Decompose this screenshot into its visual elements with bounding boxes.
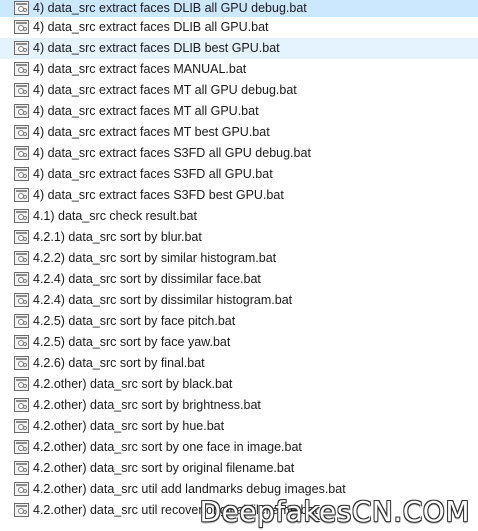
file-name: 4.2.4) data_src sort by dissimilar histo… <box>33 293 293 307</box>
file-name: 4) data_src extract faces S3FD all GPU.b… <box>33 167 273 181</box>
file-row-sort-blur[interactable]: 4.2.1) data_src sort by blur.bat <box>0 227 478 248</box>
file-name: 4.2.2) data_src sort by similar histogra… <box>33 251 277 265</box>
file-name: 4.2.other) data_src util add landmarks d… <box>33 482 346 496</box>
file-name: 4.2.6) data_src sort by final.bat <box>33 356 205 370</box>
file-row-dlib-best-gpu[interactable]: 4) data_src extract faces DLIB best GPU.… <box>0 38 478 59</box>
batch-file-icon <box>14 230 29 244</box>
batch-file-icon <box>14 104 29 118</box>
batch-file-icon <box>14 209 29 223</box>
batch-file-icon <box>14 461 29 475</box>
file-row-sort-one-face[interactable]: 4.2.other) data_src sort by one face in … <box>0 437 478 458</box>
file-name: 4) data_src extract faces MT all GPU.bat <box>33 104 259 118</box>
batch-file-icon <box>14 482 29 496</box>
file-name: 4.2.other) data_src util recover origina… <box>33 503 318 517</box>
batch-file-icon <box>14 314 29 328</box>
file-name: 4.2.1) data_src sort by blur.bat <box>33 230 202 244</box>
file-row-util-add-landmarks[interactable]: 4.2.other) data_src util add landmarks d… <box>0 479 478 500</box>
file-name: 4.2.other) data_src sort by hue.bat <box>33 419 225 433</box>
batch-file-icon <box>14 251 29 265</box>
file-row-sort-hue[interactable]: 4.2.other) data_src sort by hue.bat <box>0 416 478 437</box>
batch-file-icon <box>14 1 29 15</box>
file-row-dlib-all-gpu-debug[interactable]: 4) data_src extract faces DLIB all GPU d… <box>0 0 478 17</box>
file-row-util-recover-filename[interactable]: 4.2.other) data_src util recover origina… <box>0 500 478 521</box>
batch-file-icon <box>14 20 29 34</box>
file-name: 4.2.5) data_src sort by face yaw.bat <box>33 335 231 349</box>
file-row-sort-original-filename[interactable]: 4.2.other) data_src sort by original fil… <box>0 458 478 479</box>
batch-file-icon <box>14 398 29 412</box>
file-name: 4.2.5) data_src sort by face pitch.bat <box>33 314 236 328</box>
file-row-sort-dissimilar-face[interactable]: 4.2.4) data_src sort by dissimilar face.… <box>0 269 478 290</box>
batch-file-icon <box>14 440 29 454</box>
batch-file-icon <box>14 356 29 370</box>
file-row-sort-brightness[interactable]: 4.2.other) data_src sort by brightness.b… <box>0 395 478 416</box>
batch-file-icon <box>14 377 29 391</box>
batch-file-icon <box>14 125 29 139</box>
file-name: 4) data_src extract faces S3FD best GPU.… <box>33 188 284 202</box>
file-name: 4) data_src extract faces DLIB all GPU d… <box>33 1 307 15</box>
file-row-sort-face-yaw[interactable]: 4.2.5) data_src sort by face yaw.bat <box>0 332 478 353</box>
file-row-sort-face-pitch[interactable]: 4.2.5) data_src sort by face pitch.bat <box>0 311 478 332</box>
file-row-s3fd-best-gpu[interactable]: 4) data_src extract faces S3FD best GPU.… <box>0 185 478 206</box>
file-name: 4.2.other) data_src sort by brightness.b… <box>33 398 261 412</box>
file-row-mt-best-gpu[interactable]: 4) data_src extract faces MT best GPU.ba… <box>0 122 478 143</box>
batch-file-icon <box>14 41 29 55</box>
file-name: 4) data_src extract faces DLIB best GPU.… <box>33 41 280 55</box>
file-row-manual[interactable]: 4) data_src extract faces MANUAL.bat <box>0 59 478 80</box>
file-name: 4) data_src extract faces DLIB all GPU.b… <box>33 20 269 34</box>
file-name: 4) data_src extract faces MT all GPU deb… <box>33 83 297 97</box>
file-name: 4) data_src extract faces MANUAL.bat <box>33 62 247 76</box>
file-list: 4) data_src extract faces DLIB all GPU d… <box>0 0 478 521</box>
batch-file-icon <box>14 83 29 97</box>
batch-file-icon <box>14 146 29 160</box>
file-name: 4) data_src extract faces S3FD all GPU d… <box>33 146 311 160</box>
file-name: 4.1) data_src check result.bat <box>33 209 197 223</box>
file-name: 4.2.other) data_src sort by black.bat <box>33 377 233 391</box>
file-name: 4.2.other) data_src sort by original fil… <box>33 461 295 475</box>
file-row-mt-all-gpu-debug[interactable]: 4) data_src extract faces MT all GPU deb… <box>0 80 478 101</box>
file-name: 4) data_src extract faces MT best GPU.ba… <box>33 125 270 139</box>
file-row-dlib-all-gpu[interactable]: 4) data_src extract faces DLIB all GPU.b… <box>0 17 478 38</box>
file-row-s3fd-all-gpu-debug[interactable]: 4) data_src extract faces S3FD all GPU d… <box>0 143 478 164</box>
file-row-check-result[interactable]: 4.1) data_src check result.bat <box>0 206 478 227</box>
batch-file-icon <box>14 293 29 307</box>
file-row-sort-similar-histogram[interactable]: 4.2.2) data_src sort by similar histogra… <box>0 248 478 269</box>
batch-file-icon <box>14 419 29 433</box>
file-row-mt-all-gpu[interactable]: 4) data_src extract faces MT all GPU.bat <box>0 101 478 122</box>
batch-file-icon <box>14 62 29 76</box>
file-row-sort-dissimilar-histogram[interactable]: 4.2.4) data_src sort by dissimilar histo… <box>0 290 478 311</box>
file-row-s3fd-all-gpu[interactable]: 4) data_src extract faces S3FD all GPU.b… <box>0 164 478 185</box>
file-row-sort-final[interactable]: 4.2.6) data_src sort by final.bat <box>0 353 478 374</box>
batch-file-icon <box>14 167 29 181</box>
file-name: 4.2.other) data_src sort by one face in … <box>33 440 302 454</box>
batch-file-icon <box>14 272 29 286</box>
file-name: 4.2.4) data_src sort by dissimilar face.… <box>33 272 261 286</box>
batch-file-icon <box>14 503 29 517</box>
file-row-sort-black[interactable]: 4.2.other) data_src sort by black.bat <box>0 374 478 395</box>
batch-file-icon <box>14 335 29 349</box>
batch-file-icon <box>14 188 29 202</box>
